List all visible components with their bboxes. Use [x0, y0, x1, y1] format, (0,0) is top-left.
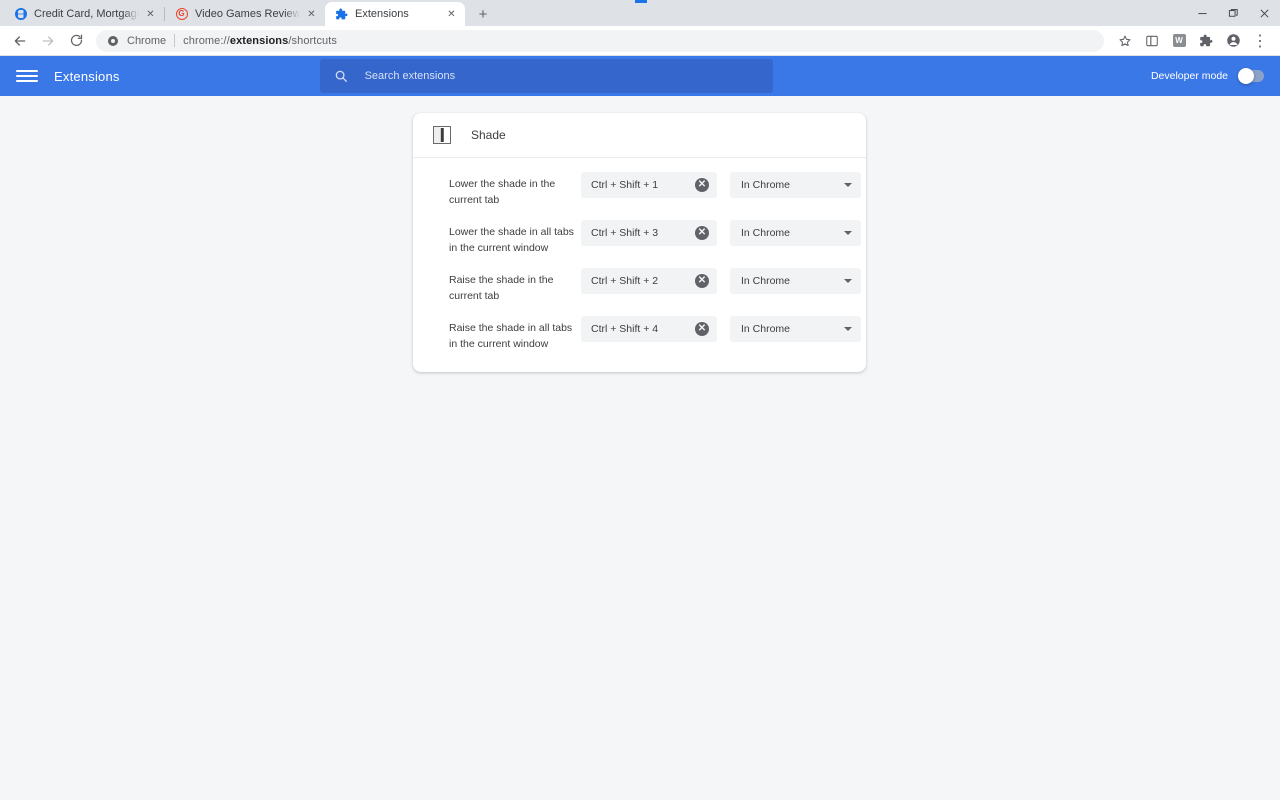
shortcut-input[interactable]: Ctrl + Shift + 4 ✕ — [581, 316, 717, 342]
clear-shortcut-icon[interactable]: ✕ — [695, 178, 709, 192]
profile-avatar-icon[interactable] — [1221, 29, 1245, 53]
shortcut-command-label: Raise the shade in the current tab — [449, 274, 554, 302]
chevron-down-icon — [844, 183, 852, 187]
clear-shortcut-icon[interactable]: ✕ — [695, 322, 709, 336]
side-panel-icon[interactable] — [1140, 29, 1164, 53]
shortcut-input[interactable]: Ctrl + Shift + 2 ✕ — [581, 268, 717, 294]
chevron-down-icon — [844, 231, 852, 235]
extension-w-badge: W — [1172, 34, 1186, 47]
chrome-menu-icon[interactable]: ⋮ — [1248, 29, 1272, 53]
shortcut-keys: Ctrl + Shift + 2 — [591, 275, 659, 287]
shortcut-input[interactable]: Ctrl + Shift + 1 ✕ — [581, 172, 717, 198]
toggle-knob — [1238, 68, 1254, 84]
chrome-page-icon — [106, 34, 119, 47]
browser-tab-1[interactable]: Credit Card, Mortgage, Banking, ✕ — [4, 2, 164, 26]
search-extensions-box[interactable]: Search extensions — [319, 59, 773, 93]
tab-strip: Credit Card, Mortgage, Banking, ✕ G Vide… — [0, 0, 1280, 26]
site-chip-label: Chrome — [127, 34, 167, 47]
shortcut-command-label: Lower the shade in all tabs in the curre… — [449, 226, 574, 254]
minimize-button[interactable] — [1187, 0, 1218, 26]
reload-icon[interactable] — [64, 29, 88, 53]
tab-title: Credit Card, Mortgage, Banking, — [34, 8, 139, 20]
shortcut-row: Raise the shade in the current tab Ctrl … — [413, 262, 866, 310]
url-prefix: chrome:// — [183, 34, 230, 47]
tab-close-icon[interactable]: ✕ — [143, 7, 158, 22]
browser-tab-2[interactable]: G Video Games Reviews & News - ( ✕ — [165, 2, 325, 26]
url-suffix: /shortcuts — [288, 34, 338, 47]
extension-name: Shade — [471, 128, 506, 142]
omnibox-divider — [174, 34, 176, 47]
hamburger-menu-icon[interactable] — [16, 65, 38, 87]
bookmark-star-icon[interactable] — [1113, 29, 1137, 53]
shade-icon — [433, 126, 451, 144]
tab-close-icon[interactable]: ✕ — [304, 7, 319, 22]
extensions-puzzle-icon[interactable] — [1194, 29, 1218, 53]
extensions-header: Extensions Search extensions Developer m… — [0, 56, 1280, 96]
tab-title: Extensions — [355, 8, 409, 20]
shortcut-scope-select[interactable]: In Chrome — [730, 172, 861, 198]
shortcut-row: Lower the shade in all tabs in the curre… — [413, 214, 866, 262]
shortcut-command-label: Lower the shade in the current tab — [449, 178, 556, 206]
puzzle-piece-icon — [335, 8, 348, 21]
shortcut-scope-select[interactable]: In Chrome — [730, 316, 861, 342]
address-bar[interactable]: Chrome chrome://extensions/shortcuts — [96, 29, 1104, 52]
tab-close-icon[interactable]: ✕ — [444, 7, 459, 22]
tab-title: Video Games Reviews & News - ( — [195, 8, 300, 20]
search-icon — [334, 69, 349, 84]
shortcut-input[interactable]: Ctrl + Shift + 3 ✕ — [581, 220, 717, 246]
scope-value: In Chrome — [741, 323, 791, 335]
shortcut-scope-select[interactable]: In Chrome — [730, 268, 861, 294]
shortcut-command-label: Raise the shade in all tabs in the curre… — [449, 322, 573, 350]
url-bold-segment: extensions — [229, 34, 289, 47]
clear-shortcut-icon[interactable]: ✕ — [695, 226, 709, 240]
shortcut-row: Raise the shade in all tabs in the curre… — [413, 310, 866, 358]
browser-window: Credit Card, Mortgage, Banking, ✕ G Vide… — [0, 0, 1280, 800]
maximize-button[interactable] — [1218, 0, 1249, 26]
page-title: Extensions — [54, 68, 120, 84]
close-window-button[interactable] — [1249, 0, 1280, 26]
scope-value: In Chrome — [741, 227, 791, 239]
scope-value: In Chrome — [741, 179, 791, 191]
extensions-page: Extensions Search extensions Developer m… — [0, 56, 1280, 800]
developer-mode-control: Developer mode — [1150, 68, 1264, 84]
shortcut-scope-select[interactable]: In Chrome — [730, 220, 861, 246]
extension-w-icon[interactable]: W — [1167, 29, 1191, 53]
scope-value: In Chrome — [741, 275, 791, 287]
shortcut-keys: Ctrl + Shift + 4 — [591, 323, 659, 335]
tab-drag-indicator — [635, 0, 647, 3]
blue-circle-icon — [14, 8, 27, 21]
window-controls — [1187, 0, 1280, 26]
clear-shortcut-icon[interactable]: ✕ — [695, 274, 709, 288]
developer-mode-label: Developer mode — [1150, 70, 1228, 82]
shortcut-list: Lower the shade in the current tab Ctrl … — [413, 158, 866, 372]
forward-icon — [36, 29, 60, 53]
red-g-icon: G — [175, 8, 188, 21]
shortcut-row: Lower the shade in the current tab Ctrl … — [413, 166, 866, 214]
shortcut-keys: Ctrl + Shift + 3 — [591, 227, 659, 239]
new-tab-button[interactable]: + — [470, 2, 496, 26]
extension-shortcuts-card: Shade Lower the shade in the current tab… — [413, 113, 866, 372]
developer-mode-toggle[interactable] — [1238, 68, 1264, 84]
url-text: chrome://extensions/shortcuts — [183, 35, 337, 47]
search-input[interactable]: Search extensions — [365, 70, 456, 82]
card-header: Shade — [413, 113, 866, 158]
shortcut-keys: Ctrl + Shift + 1 — [591, 179, 659, 191]
chevron-down-icon — [844, 327, 852, 331]
browser-toolbar: Chrome chrome://extensions/shortcuts W ⋮ — [0, 26, 1280, 56]
back-icon[interactable] — [8, 29, 32, 53]
browser-tab-3[interactable]: Extensions ✕ — [325, 2, 465, 26]
chevron-down-icon — [844, 279, 852, 283]
